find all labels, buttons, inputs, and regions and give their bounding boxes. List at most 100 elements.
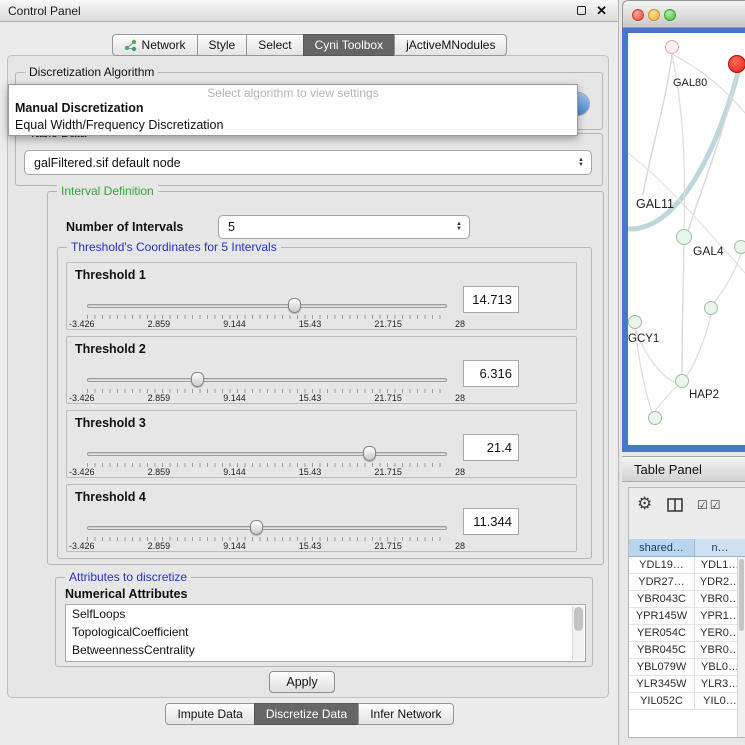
- attributes-group-title: Attributes to discretize: [65, 570, 191, 584]
- slider-scale: -3.4262.8599.14415.4321.71528: [69, 467, 465, 477]
- tab-impute-data[interactable]: Impute Data: [165, 703, 254, 725]
- tab-cyni-toolbox[interactable]: Cyni Toolbox: [303, 34, 395, 56]
- slider-track[interactable]: [87, 452, 447, 456]
- tab-network[interactable]: Network: [112, 34, 198, 56]
- control-panel-titlebar[interactable]: Control Panel ✕: [0, 0, 618, 22]
- interval-definition-title: Interval Definition: [57, 184, 158, 198]
- combo-stepper-icon[interactable]: ▲ ▼: [456, 222, 462, 232]
- tab-style[interactable]: Style: [197, 34, 248, 56]
- table-scrollbar[interactable]: [737, 557, 745, 737]
- network-node[interactable]: [675, 374, 689, 388]
- table-panel-title: Table Panel: [634, 462, 702, 477]
- network-node[interactable]: [665, 40, 679, 54]
- network-icon: [124, 39, 137, 52]
- scrollbar-thumb[interactable]: [739, 559, 744, 631]
- threshold-slider[interactable]: [87, 519, 447, 537]
- dropdown-option-equal-width[interactable]: Equal Width/Frequency Discretization: [9, 117, 577, 134]
- column-header[interactable]: shared…: [629, 539, 695, 557]
- tab-discretize-data[interactable]: Discretize Data: [254, 703, 359, 725]
- table-row[interactable]: YBL079WYBL0…: [629, 659, 745, 676]
- minimize-traffic-light-icon[interactable]: [648, 9, 660, 21]
- select-columns-icon[interactable]: ☑☑: [697, 498, 723, 512]
- num-intervals-select[interactable]: 5 ▲ ▼: [218, 215, 470, 239]
- tab-select[interactable]: Select: [246, 34, 303, 56]
- table-cell[interactable]: YPR145W: [629, 608, 695, 624]
- threshold-slider[interactable]: [87, 445, 447, 463]
- dropdown-option-manual[interactable]: Manual Discretization: [9, 100, 577, 117]
- table-row[interactable]: YDL19…YDL1…: [629, 557, 745, 574]
- slider-track[interactable]: [87, 526, 447, 530]
- close-traffic-light-icon[interactable]: [632, 9, 644, 21]
- table-cell[interactable]: YLR345W: [629, 676, 695, 692]
- table-row[interactable]: YER054CYER0…: [629, 625, 745, 642]
- list-item[interactable]: BetweennessCentrality: [66, 641, 585, 659]
- threshold-slider[interactable]: [87, 297, 447, 315]
- table-row[interactable]: YBR043CYBR0…: [629, 591, 745, 608]
- slider-track[interactable]: [87, 378, 447, 382]
- scale-label: -3.426: [69, 319, 95, 329]
- network-view-frame: GAL80 GAL11 GAL4 GCY1 HAP2: [622, 28, 745, 452]
- slider-thumb[interactable]: [250, 520, 263, 535]
- table-row[interactable]: YIL052CYIL0…: [629, 693, 745, 710]
- network-window-titlebar[interactable]: [622, 0, 745, 28]
- float-window-icon[interactable]: [577, 6, 586, 15]
- algorithm-group-title: Discretization Algorithm: [25, 65, 158, 79]
- table-cell[interactable]: YER054C: [629, 625, 695, 641]
- slider-thumb[interactable]: [288, 298, 301, 313]
- apply-button[interactable]: Apply: [269, 671, 335, 693]
- table-panel-header[interactable]: Table Panel: [622, 456, 745, 482]
- network-node[interactable]: [648, 411, 662, 425]
- node-label: GCY1: [628, 333, 659, 345]
- scale-label: 15.43: [299, 467, 322, 477]
- table-row[interactable]: YLR345WYLR3…: [629, 676, 745, 693]
- zoom-traffic-light-icon[interactable]: [664, 9, 676, 21]
- list-scrollbar[interactable]: [572, 606, 584, 660]
- scale-label: 21.715: [374, 393, 402, 403]
- combo-stepper-icon[interactable]: ▲ ▼: [578, 158, 584, 168]
- list-item[interactable]: TopologicalCoefficient: [66, 623, 585, 641]
- tab-label: Style: [209, 38, 236, 52]
- slider-thumb[interactable]: [363, 446, 376, 461]
- close-icon[interactable]: ✕: [596, 3, 607, 19]
- table-cell[interactable]: YBR045C: [629, 642, 695, 658]
- threshold-value-field[interactable]: 14.713: [463, 286, 519, 313]
- network-node[interactable]: [676, 229, 692, 245]
- network-canvas[interactable]: GAL80 GAL11 GAL4 GCY1 HAP2: [628, 33, 745, 445]
- scale-label: 2.859: [148, 393, 171, 403]
- network-node[interactable]: [704, 301, 718, 315]
- network-node-selected[interactable]: [728, 55, 745, 73]
- table-cell[interactable]: YBL079W: [629, 659, 695, 675]
- network-node[interactable]: [734, 240, 745, 254]
- threshold-value-field[interactable]: 21.4: [463, 434, 519, 461]
- tab-infer-network[interactable]: Infer Network: [358, 703, 453, 725]
- scale-label: 21.715: [374, 541, 402, 551]
- table-row[interactable]: YBR045CYBR0…: [629, 642, 745, 659]
- tab-jactivemodules[interactable]: jActiveMNodules: [394, 34, 507, 56]
- threshold-slider[interactable]: [87, 371, 447, 389]
- table-row[interactable]: YDR27…YDR2…: [629, 574, 745, 591]
- scale-label: 28: [455, 319, 465, 329]
- scrollbar-thumb[interactable]: [574, 607, 583, 631]
- table-cell[interactable]: YDL19…: [629, 557, 695, 573]
- table-panel-window: ⚙ ☑☑ shared… n… YDL19…YDL1… YDR27…YDR2… …: [628, 487, 745, 738]
- table-cell[interactable]: YDR27…: [629, 574, 695, 590]
- scale-label: 28: [455, 541, 465, 551]
- threshold-value-field[interactable]: 6.316: [463, 360, 519, 387]
- network-node[interactable]: [628, 315, 642, 329]
- slider-track[interactable]: [87, 304, 447, 308]
- table-row[interactable]: YPR145WYPR1…: [629, 608, 745, 625]
- threshold-value-field[interactable]: 11.344: [463, 508, 519, 535]
- table-cell[interactable]: YIL052C: [629, 693, 695, 709]
- columns-icon[interactable]: [667, 498, 683, 517]
- table-data-select[interactable]: galFiltered.sif default node ▲ ▼: [24, 150, 592, 175]
- list-item[interactable]: SelfLoops: [66, 605, 585, 623]
- slider-thumb[interactable]: [191, 372, 204, 387]
- dropdown-hint: Select algorithm to view settings: [9, 85, 577, 100]
- table-cell[interactable]: YBR043C: [629, 591, 695, 607]
- tab-label: Select: [258, 38, 291, 52]
- slider-scale: -3.4262.8599.14415.4321.71528: [69, 319, 465, 329]
- gear-icon[interactable]: ⚙: [637, 494, 652, 514]
- column-header[interactable]: n…: [695, 539, 745, 557]
- stepper-down-icon: ▼: [578, 163, 584, 168]
- tab-label: jActiveMNodules: [406, 38, 495, 52]
